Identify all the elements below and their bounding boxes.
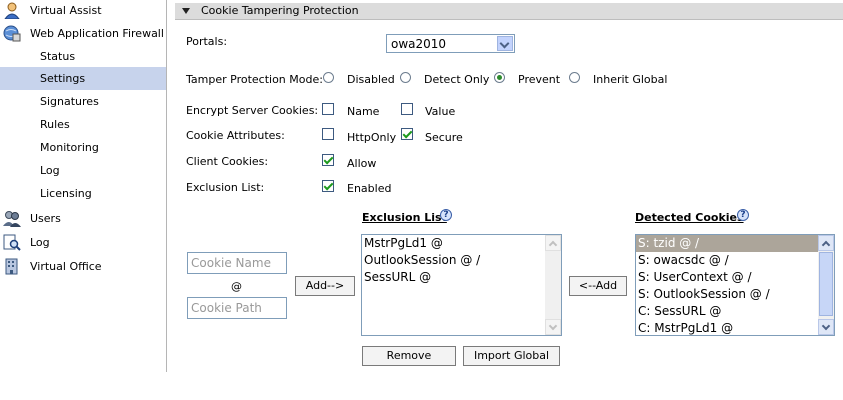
sidebar-item-label: Settings — [40, 72, 86, 85]
section-title: Cookie Tampering Protection — [201, 4, 359, 17]
radio-disabled-label: Disabled — [347, 73, 395, 86]
help-icon[interactable]: ? — [737, 209, 749, 221]
sidebar-item-log[interactable]: Log — [0, 159, 166, 182]
sidebar-item-virtual-assist[interactable]: Virtual Assist — [0, 0, 166, 22]
httponly-label: HttpOnly — [347, 131, 397, 144]
radio-prevent-label: Prevent — [518, 73, 561, 86]
scroll-up-icon[interactable] — [818, 235, 834, 251]
add-button[interactable]: Add--> — [295, 276, 355, 296]
remove-button[interactable]: Remove — [362, 346, 456, 366]
sidebar-item-users[interactable]: Users — [0, 207, 166, 230]
sidebar-item-label: Users — [30, 212, 61, 225]
exclusion-listbox[interactable]: MstrPgLd1 @ OutlookSession @ / SessURL @ — [361, 234, 562, 336]
scrollbar[interactable] — [545, 235, 561, 335]
sidebar-item-monitoring[interactable]: Monitoring — [0, 136, 166, 159]
radio-inherit-global[interactable] — [569, 72, 580, 83]
sidebar-item-status[interactable]: Status — [0, 45, 166, 68]
scroll-down-icon[interactable] — [545, 319, 561, 335]
users-icon — [3, 211, 21, 227]
list-item[interactable]: OutlookSession @ / — [362, 252, 561, 269]
list-item[interactable]: S: tzid @ / — [636, 235, 834, 252]
secure-label: Secure — [425, 131, 463, 144]
allow-label: Allow — [347, 157, 377, 170]
httponly-checkbox[interactable] — [322, 128, 334, 140]
help-icon[interactable]: ? — [440, 209, 452, 221]
sidebar-item-label: Virtual Assist — [30, 4, 102, 17]
radio-detect-only[interactable] — [400, 72, 411, 83]
at-sign-label: @ — [231, 280, 242, 293]
scroll-thumb[interactable] — [819, 252, 833, 316]
list-item[interactable]: C: SessURL @ — [636, 303, 834, 320]
exclusion-enabled-label: Enabled — [347, 182, 392, 195]
user-headset-icon — [4, 2, 20, 19]
section-header[interactable]: Cookie Tampering Protection — [175, 3, 843, 20]
radio-detect-only-label: Detect Only — [424, 73, 490, 86]
collapse-triangle-icon[interactable] — [182, 8, 190, 14]
cookie-path-input[interactable]: Cookie Path — [187, 297, 287, 319]
radio-inherit-global-label: Inherit Global — [593, 73, 668, 86]
detected-cookies-heading: Detected Cookies — [635, 211, 744, 224]
radio-disabled[interactable] — [323, 72, 334, 83]
exclusion-enabled-checkbox[interactable] — [322, 180, 334, 192]
sidebar-item-settings[interactable]: Settings — [0, 67, 166, 90]
portals-label: Portals: — [186, 35, 228, 48]
list-item[interactable]: MstrPgLd1 @ — [362, 235, 561, 252]
scroll-up-icon[interactable] — [545, 235, 561, 251]
secure-checkbox[interactable] — [401, 128, 413, 140]
exclusion-list-heading: Exclusion List — [362, 211, 447, 224]
portals-select[interactable]: owa2010 — [386, 34, 515, 53]
sidebar-item-label: Virtual Office — [30, 260, 102, 273]
sidebar-item-label: Web Application Firewall — [30, 27, 164, 40]
encrypt-value-label: Value — [425, 105, 456, 118]
encrypt-value-checkbox[interactable] — [401, 103, 413, 115]
encrypt-name-label: Name — [347, 105, 380, 118]
sidebar: Virtual Assist Web Application Firewall … — [0, 0, 167, 372]
sidebar-item-label: Signatures — [40, 95, 99, 108]
import-global-button[interactable]: Import Global — [463, 346, 560, 366]
sidebar-item-label: Licensing — [40, 187, 92, 200]
tamper-mode-label: Tamper Protection Mode: — [186, 73, 323, 86]
globe-firewall-icon — [3, 25, 21, 42]
list-item[interactable]: SessURL @ — [362, 269, 561, 286]
attributes-label: Cookie Attributes: — [186, 129, 285, 142]
exclusion-label: Exclusion List: — [186, 181, 265, 194]
list-item[interactable]: S: OutlookSession @ / — [636, 286, 834, 303]
client-cookies-label: Client Cookies: — [186, 155, 269, 168]
main-panel: Cookie Tampering Protection Portals: owa… — [167, 0, 843, 400]
sidebar-item-web-application-firewall[interactable]: Web Application Firewall — [0, 22, 166, 45]
detected-cookies-listbox[interactable]: S: tzid @ / S: owacsdc @ / S: UserContex… — [635, 234, 835, 336]
log-search-icon — [3, 234, 21, 251]
sidebar-item-label: Monitoring — [40, 141, 99, 154]
sidebar-item-licensing[interactable]: Licensing — [0, 182, 166, 205]
radio-prevent[interactable] — [494, 72, 505, 83]
sidebar-item-label: Status — [40, 50, 76, 63]
scrollbar[interactable] — [818, 235, 834, 335]
sidebar-item-label: Log — [30, 236, 50, 249]
list-item[interactable]: S: UserContext @ / — [636, 269, 834, 286]
list-item[interactable]: S: owacsdc @ / — [636, 252, 834, 269]
encrypt-label: Encrypt Server Cookies: — [186, 104, 319, 117]
scroll-down-icon[interactable] — [818, 319, 834, 335]
sidebar-item-log-top[interactable]: Log — [0, 231, 166, 254]
building-icon — [5, 258, 18, 275]
sidebar-item-virtual-office[interactable]: Virtual Office — [0, 255, 166, 278]
cookie-name-input[interactable]: Cookie Name — [187, 252, 287, 274]
encrypt-name-checkbox[interactable] — [322, 103, 334, 115]
portals-select-value: owa2010 — [391, 37, 447, 51]
sidebar-item-signatures[interactable]: Signatures — [0, 90, 166, 113]
chevron-down-icon[interactable] — [497, 36, 513, 51]
list-item[interactable]: C: MstrPgLd1 @ — [636, 320, 834, 335]
sidebar-item-label: Rules — [40, 118, 70, 131]
sidebar-item-rules[interactable]: Rules — [0, 113, 166, 136]
add-back-button[interactable]: <--Add — [569, 276, 627, 296]
allow-checkbox[interactable] — [322, 154, 334, 166]
sidebar-item-label: Log — [40, 164, 60, 177]
